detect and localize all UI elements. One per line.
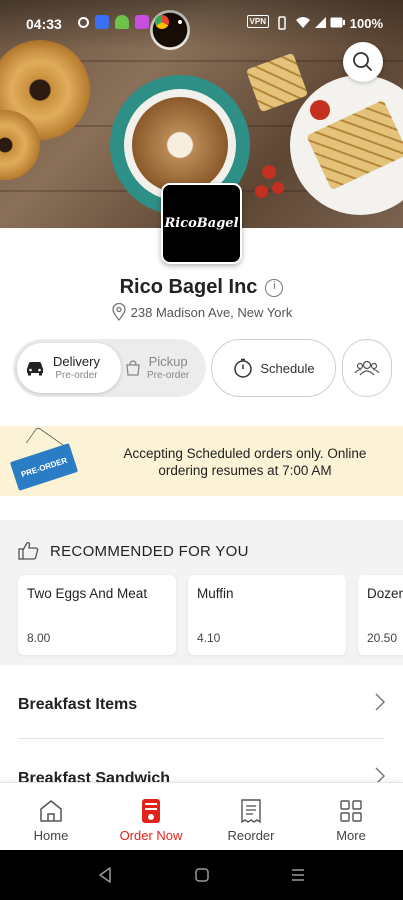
app-status-icon [95,15,109,29]
group-icon [354,360,380,376]
battery-icon [330,17,345,28]
pickup-mode-button[interactable]: Pickup Pre-order [123,343,203,393]
group-order-button[interactable] [342,339,392,397]
order-menu-icon [142,799,160,823]
recommended-item-name: Muffin [197,586,234,601]
android-status-icon [115,15,129,29]
location-pin-icon [112,303,126,321]
home-circle-icon[interactable] [194,866,210,884]
chrome-status-icon [155,15,169,29]
nav-home-label: Home [33,828,69,843]
nav-reorder-label: Reorder [227,828,275,843]
category-row[interactable]: Breakfast Items [0,672,403,738]
store-name-row: Rico Bagel Inc [0,276,403,299]
status-time: 04:33 [26,16,62,32]
recents-icon[interactable] [290,866,306,884]
store-address-row: 238 Madison Ave, New York [0,303,403,324]
nav-order-now[interactable]: Order Now [101,783,201,851]
nav-more-label: More [336,828,366,843]
recommended-header: RECOMMENDED FOR YOU [18,541,249,561]
category-label: Breakfast Items [18,696,138,713]
search-button[interactable] [343,42,383,82]
recommended-title: RECOMMENDED FOR YOU [50,542,249,560]
wifi-icon [296,17,310,28]
chevron-right-icon [375,767,386,782]
grid-icon [340,800,362,822]
recommended-item-name: Dozen [367,586,403,601]
vibrate-icon [278,16,286,30]
info-icon[interactable] [265,278,284,297]
back-icon[interactable] [97,866,113,884]
pickup-label: Pickup [148,354,188,370]
schedule-label: Schedule [260,360,315,376]
vpn-badge: VPN [246,15,269,28]
category-label: Breakfast Sandwich [18,770,171,782]
thumbs-up-icon [18,542,39,560]
store-logo-text: RicoBagel [164,216,239,231]
shopping-bag-icon [126,360,140,376]
search-icon [353,52,372,71]
media-status-icon [135,15,149,29]
delivery-mode-button[interactable]: Delivery Pre-order [17,343,121,393]
schedule-button[interactable]: Schedule [211,339,336,397]
banner-message: Accepting Scheduled orders only. Online … [123,446,367,478]
signal-icon [315,17,326,28]
nav-reorder[interactable]: Reorder [201,783,301,851]
store-address: 238 Madison Ave, New York [130,304,293,320]
recommended-item-card[interactable]: Dozen 20.50 [358,575,403,655]
home-icon [40,800,62,822]
store-logo: RicoBagel [161,183,242,264]
car-icon [27,362,43,376]
preorder-sign-text: PRE-ORDER [19,455,69,479]
nav-order-now-label: Order Now [119,828,183,843]
store-name: Rico Bagel Inc [119,276,258,298]
battery-percent: 100% [349,16,383,31]
order-mode-toggle: Delivery Pre-order Pickup Pre-order [13,339,206,397]
bottom-navigation: Home Order Now Reorder More [0,782,403,850]
recommended-item-price: 8.00 [27,631,51,645]
delivery-sublabel: Pre-order [55,369,98,381]
pickup-sublabel: Pre-order [147,369,190,381]
status-bar: 04:33 VPN 100% [0,0,403,46]
recommended-item-card[interactable]: Two Eggs And Meat 8.00 [18,575,176,655]
nav-more[interactable]: More [301,783,401,851]
dot-status-icon [178,20,182,24]
system-navigation-bar [0,850,403,900]
receipt-icon [241,799,261,824]
settings-status-icon [78,17,89,28]
recommended-item-card[interactable]: Muffin 4.10 [188,575,346,655]
recommended-item-name: Two Eggs And Meat [27,586,148,601]
timer-icon [234,358,253,378]
nav-home[interactable]: Home [1,783,101,851]
delivery-label: Delivery [53,354,100,370]
chevron-right-icon [375,693,386,711]
recommended-item-price: 4.10 [197,631,221,645]
recommended-item-price: 20.50 [367,631,398,645]
category-row[interactable]: Breakfast Sandwich [0,739,403,782]
